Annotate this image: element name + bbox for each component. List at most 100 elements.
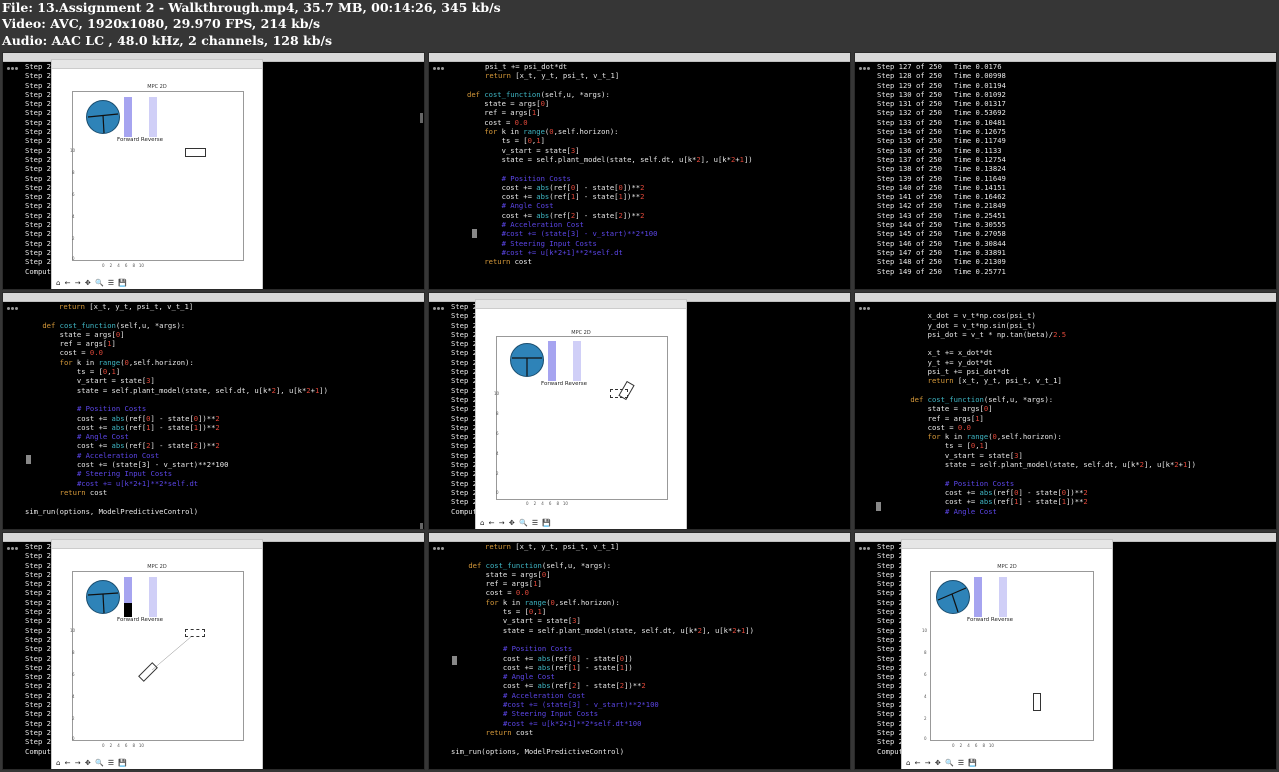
y-tick: 10 xyxy=(922,628,928,633)
thumb-9: Step 2 Step 2 Step 2 Step 2 Step 2 Step 2 Step… xyxy=(854,532,1277,770)
step-label: Step 144 of 250 xyxy=(877,220,942,230)
window-titlebar xyxy=(429,533,850,550)
plot-window: MPC 2D Forward Reverse 10 8 6 4 2 0 0 2 … xyxy=(901,539,1113,769)
thumb-1: Step 2 Step 2 Step 2 Step 2 Step 2 Step 2 Step… xyxy=(2,52,425,290)
step-time: Time 0.1133 xyxy=(953,145,1002,155)
y-tick: 2 xyxy=(72,716,75,721)
thumb-6: x_dot = v_t*np.cos(psi_t) y_dot = v_t*np… xyxy=(854,292,1277,530)
plot-toolbar[interactable]: ⌂ ← → ✥ 🔍 ☰ 💾 xyxy=(906,759,978,767)
audio-info: Audio: AAC LC , 48.0 kHz, 2 channels, 12… xyxy=(2,32,333,48)
y-tick: 8 xyxy=(924,650,927,655)
plot-window: MPC 2D Forward Reverse 10 8 6 4 2 0 0 2 … xyxy=(475,299,687,529)
step-row: Step 143 of 250 Time 0.25451 xyxy=(877,211,1276,220)
thumb-3: Step 127 of 250 Time 0.0176 Step 128 of 25… xyxy=(854,52,1277,290)
reverse-bar xyxy=(149,97,157,137)
step-label: Step 135 of 250 xyxy=(877,136,942,146)
plot-legend: Forward Reverse xyxy=(117,137,163,143)
step-label: Step 133 of 250 xyxy=(877,117,942,127)
step-label: Step 139 of 250 xyxy=(877,173,942,183)
step-time: Time 0.53692 xyxy=(953,108,1006,118)
step-time: Time 0.25771 xyxy=(953,266,1006,276)
y-tick: 0 xyxy=(72,736,75,741)
plot-window: MPC 2D Forward Reverse 10 8 6 4 2 0 0 2 … xyxy=(51,539,263,769)
trajectory-path xyxy=(151,635,193,671)
step-row: Step 134 of 250 Time 0.12675 xyxy=(877,127,1276,136)
step-row: Step 145 of 250 Time 0.27058 xyxy=(877,229,1276,238)
step-time: Time 0.21309 xyxy=(953,257,1006,267)
step-row: Step 136 of 250 Time 0.1133 xyxy=(877,146,1276,155)
code-editor: return [x_t, y_t, psi_t, v_t_1] def cost… xyxy=(25,302,328,516)
step-label: Step 138 of 250 xyxy=(877,164,942,174)
step-row: Step 129 of 250 Time 0.01194 xyxy=(877,81,1276,90)
step-label: Step 136 of 250 xyxy=(877,145,942,155)
code-editor: x_dot = v_t*np.cos(psi_t) y_dot = v_t*np… xyxy=(910,311,1196,516)
x-ticks: 0 2 4 6 8 10 xyxy=(952,743,994,748)
step-row: Step 135 of 250 Time 0.11749 xyxy=(877,136,1276,145)
step-label: Step 140 of 250 xyxy=(877,182,942,192)
car-body xyxy=(1033,693,1041,711)
step-time: Time 0.21849 xyxy=(953,201,1006,211)
plot-legend: Forward Reverse xyxy=(541,381,587,387)
text-cursor xyxy=(26,455,31,464)
x-ticks: 0 2 4 6 8 10 xyxy=(102,263,144,268)
thumbnail-grid: Step 2 Step 2 Step 2 Step 2 Step 2 Step 2 Step… xyxy=(0,50,1279,772)
plot-toolbar[interactable]: ⌂ ← → ✥ 🔍 ☰ 💾 xyxy=(56,759,128,767)
plot-titlebar xyxy=(52,60,262,69)
target-box xyxy=(185,148,206,157)
y-tick: 8 xyxy=(72,650,75,655)
step-time: Time 0.27058 xyxy=(953,229,1006,239)
step-label: Step 137 of 250 xyxy=(877,154,942,164)
step-label: Step 129 of 250 xyxy=(877,80,942,90)
step-row: Step 127 of 250 Time 0.0176 xyxy=(877,62,1276,71)
y-tick: 2 xyxy=(72,236,75,241)
forward-bar xyxy=(124,97,132,137)
step-time: Time 0.12754 xyxy=(953,154,1006,164)
code-editor: psi_t += psi_dot*dt return [x_t, y_t, ps… xyxy=(467,62,753,267)
y-tick: 6 xyxy=(924,672,927,677)
y-tick: 0 xyxy=(496,490,499,495)
y-tick: 10 xyxy=(70,148,76,153)
y-tick: 6 xyxy=(72,192,75,197)
step-label: Step 146 of 250 xyxy=(877,238,942,248)
step-row: Step 131 of 250 Time 0.01317 xyxy=(877,99,1276,108)
step-row: Step 146 of 250 Time 0.30844 xyxy=(877,239,1276,248)
steering-spokes xyxy=(512,357,542,376)
step-row: Step 144 of 250 Time 0.30555 xyxy=(877,220,1276,229)
plot-toolbar[interactable]: ⌂ ← → ✥ 🔍 ☰ 💾 xyxy=(56,279,128,287)
step-time: Time 0.12675 xyxy=(953,127,1006,137)
plot-toolbar[interactable]: ⌂ ← → ✥ 🔍 ☰ 💾 xyxy=(480,519,552,527)
step-label: Step 132 of 250 xyxy=(877,108,942,118)
step-label: Step 131 of 250 xyxy=(877,99,942,109)
step-timing-output: Step 127 of 250 Time 0.0176 Step 128 of 25… xyxy=(855,62,1276,289)
step-row: Step 132 of 250 Time 0.53692 xyxy=(877,108,1276,117)
step-label: Step 148 of 250 xyxy=(877,257,942,267)
y-tick: 0 xyxy=(924,736,927,741)
plot-titlebar xyxy=(902,540,1112,549)
step-row: Step 140 of 250 Time 0.14151 xyxy=(877,183,1276,192)
y-tick: 4 xyxy=(924,694,927,699)
step-time: Time 0.00998 xyxy=(953,71,1006,81)
plot-titlebar xyxy=(476,300,686,309)
step-row: Step 133 of 250 Time 0.10481 xyxy=(877,118,1276,127)
step-time: Time 0.25451 xyxy=(953,210,1006,220)
x-ticks: 0 2 4 6 8 10 xyxy=(526,501,568,506)
step-row: Step 139 of 250 Time 0.11649 xyxy=(877,174,1276,183)
y-tick: 0 xyxy=(72,256,75,261)
plot-legend: Forward Reverse xyxy=(967,617,1013,623)
step-row: Step 137 of 250 Time 0.12754 xyxy=(877,155,1276,164)
step-label: Step 134 of 250 xyxy=(877,127,942,137)
reverse-bar xyxy=(999,577,1007,617)
y-tick: 10 xyxy=(494,391,500,396)
window-titlebar xyxy=(855,53,1276,70)
y-tick: 2 xyxy=(496,471,499,476)
code-editor: return [x_t, y_t, psi_t, v_t_1] def cost… xyxy=(451,542,754,756)
step-label: Step 128 of 250 xyxy=(877,71,942,81)
y-tick: 2 xyxy=(924,716,927,721)
step-time: Time 0.33891 xyxy=(953,247,1006,257)
step-label: Step 147 of 250 xyxy=(877,247,942,257)
text-cursor xyxy=(472,229,477,238)
step-time: Time 0.10481 xyxy=(953,117,1006,127)
step-time: Time 0.14151 xyxy=(953,182,1006,192)
step-time: Time 0.01317 xyxy=(953,99,1006,109)
y-tick: 6 xyxy=(72,672,75,677)
